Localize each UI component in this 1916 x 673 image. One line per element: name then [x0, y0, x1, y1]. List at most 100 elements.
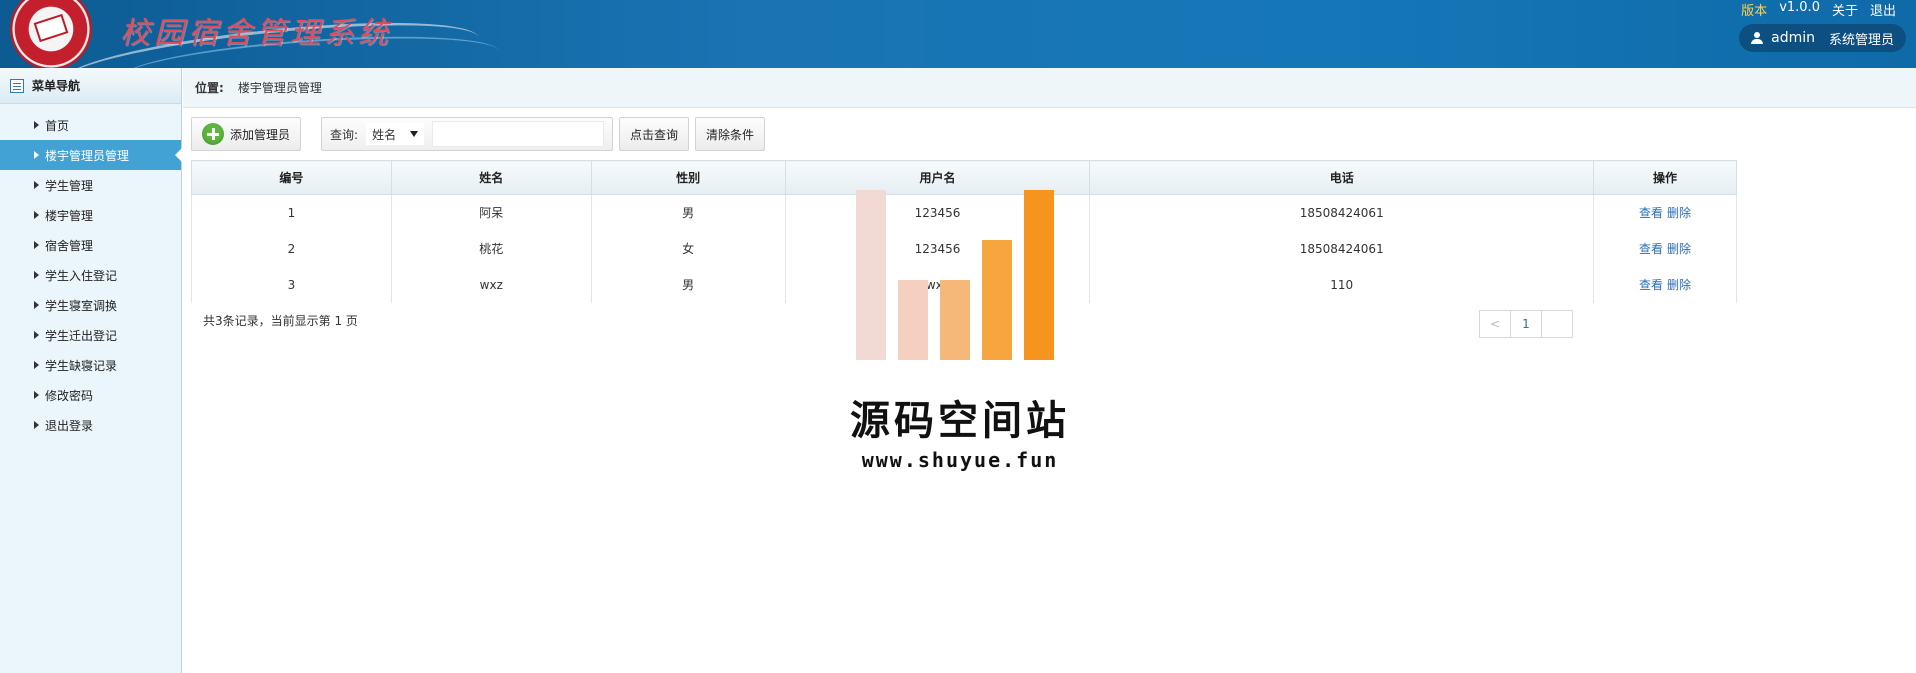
plus-circle-icon [202, 123, 224, 145]
cell-gender: 男 [590, 266, 786, 303]
breadcrumb: 位置: 楼宇管理员管理 [183, 68, 1916, 108]
sidebar-item-label: 学生管理 [45, 178, 94, 193]
sidebar-item-dorms[interactable]: 宿舍管理 [0, 230, 181, 260]
cell-actions: 查看 删除 [1593, 194, 1737, 231]
cell-name: 阿呆 [390, 194, 592, 231]
caret-right-icon [34, 211, 39, 219]
table-row: 2 桃花 女 123456 18508424061 查看 删除 [191, 230, 1737, 267]
delete-link[interactable]: 删除 [1667, 278, 1691, 292]
cell-gender: 男 [590, 194, 786, 231]
add-admin-label: 添加管理员 [230, 127, 291, 142]
view-link[interactable]: 查看 [1639, 206, 1663, 220]
user-role: 系统管理员 [1828, 32, 1894, 48]
sidebar-title-label: 菜单导航 [32, 79, 81, 93]
caret-right-icon [34, 331, 39, 339]
sidebar-item-label: 学生寝室调换 [45, 298, 118, 313]
caret-right-icon [34, 301, 39, 309]
user-icon [1751, 32, 1764, 44]
sidebar-item-building-admin[interactable]: 楼宇管理员管理 [0, 140, 182, 170]
sidebar-item-label: 学生迁出登记 [45, 328, 118, 343]
view-link[interactable]: 查看 [1639, 242, 1663, 256]
menu-list-icon [10, 78, 24, 93]
pagination: < 1 [1479, 310, 1573, 338]
sidebar-menu: 首页 楼宇管理员管理 学生管理 楼宇管理 宿舍管理 学生入住登记 学生寝室调换 … [0, 104, 182, 440]
delete-link[interactable]: 删除 [1667, 242, 1691, 256]
cell-id: 2 [191, 230, 392, 267]
record-summary: 共3条记录，当前显示第 1 页 [203, 314, 358, 328]
search-input[interactable] [432, 121, 605, 147]
logout-link[interactable]: 退出 [1870, 0, 1896, 19]
caret-right-icon [34, 271, 39, 279]
search-field-value: 姓名 [372, 127, 397, 142]
cell-id: 3 [191, 266, 392, 303]
cell-gender: 女 [590, 230, 786, 267]
username: admin [1771, 30, 1815, 46]
sidebar-title: 菜单导航 [0, 68, 181, 104]
sidebar-item-absence[interactable]: 学生缺寝记录 [0, 350, 181, 380]
sidebar-item-label: 学生入住登记 [45, 268, 118, 283]
sidebar-item-label: 退出登录 [45, 418, 94, 433]
sidebar-item-label: 楼宇管理员管理 [45, 148, 130, 163]
table-row: 3 wxz 男 wxz 110 查看 删除 [191, 266, 1737, 303]
sidebar-item-checkout[interactable]: 学生迁出登记 [0, 320, 181, 350]
column-header-username[interactable]: 用户名 [784, 160, 1091, 195]
search-field-select[interactable]: 姓名 [366, 123, 425, 145]
top-links: 版本 v1.0.0 关于 退出 [1741, 0, 1896, 19]
caret-right-icon [34, 361, 39, 369]
version-number: v1.0.0 [1779, 0, 1820, 15]
next-page-button[interactable] [1541, 310, 1573, 338]
prev-page-button[interactable]: < [1479, 310, 1511, 338]
column-header-name[interactable]: 姓名 [390, 160, 592, 195]
sidebar-item-room-swap[interactable]: 学生寝室调换 [0, 290, 181, 320]
clear-filter-button[interactable]: 清除条件 [695, 117, 766, 151]
query-label: 查询: [330, 127, 359, 142]
sidebar-item-change-password[interactable]: 修改密码 [0, 380, 181, 410]
sidebar-item-label: 楼宇管理 [45, 208, 94, 223]
about-link[interactable]: 关于 [1832, 0, 1858, 19]
user-info: admin 系统管理员 [1739, 24, 1906, 52]
cell-id: 1 [191, 194, 392, 231]
sidebar-item-label: 首页 [45, 118, 70, 133]
cell-username: 123456 [784, 194, 1091, 231]
sidebar-item-logout[interactable]: 退出登录 [0, 410, 181, 440]
admin-table: 编号 姓名 性别 用户名 电话 操作 1 阿呆 男 123456 1850842… [191, 160, 1737, 303]
column-header-gender[interactable]: 性别 [590, 160, 786, 195]
sidebar-item-buildings[interactable]: 楼宇管理 [0, 200, 181, 230]
cell-username: wxz [784, 266, 1091, 303]
cell-actions: 查看 删除 [1593, 266, 1737, 303]
sidebar-item-home[interactable]: 首页 [0, 110, 181, 140]
sidebar-item-label: 修改密码 [45, 388, 94, 403]
cell-phone: 18508424061 [1089, 230, 1595, 267]
table-row: 1 阿呆 男 123456 18508424061 查看 删除 [191, 194, 1737, 231]
caret-right-icon [34, 121, 39, 129]
cell-username: 123456 [784, 230, 1091, 267]
search-button[interactable]: 点击查询 [619, 117, 690, 151]
breadcrumb-current: 楼宇管理员管理 [237, 81, 322, 95]
add-admin-button[interactable]: 添加管理员 [191, 117, 302, 151]
column-header-actions: 操作 [1593, 160, 1737, 195]
sidebar-item-label: 宿舍管理 [45, 238, 94, 253]
sidebar-item-label: 学生缺寝记录 [45, 358, 118, 373]
delete-link[interactable]: 删除 [1667, 206, 1691, 220]
toolbar: 添加管理员 查询: 姓名 点击查询 清除条件 [191, 116, 766, 152]
cell-phone: 110 [1089, 266, 1595, 303]
caret-right-icon [34, 241, 39, 249]
caret-right-icon [34, 151, 39, 159]
column-header-id[interactable]: 编号 [191, 160, 392, 195]
school-logo-icon [10, 0, 92, 68]
cell-actions: 查看 删除 [1593, 230, 1737, 267]
cell-phone: 18508424061 [1089, 194, 1595, 231]
sidebar-item-students[interactable]: 学生管理 [0, 170, 181, 200]
version-label: 版本 [1741, 4, 1768, 19]
header-banner: 校园宿舍管理系统 版本 v1.0.0 关于 退出 admin 系统管理员 [0, 0, 1916, 68]
sidebar-item-checkin[interactable]: 学生入住登记 [0, 260, 181, 290]
caret-right-icon [34, 181, 39, 189]
sidebar: 菜单导航 首页 楼宇管理员管理 学生管理 楼宇管理 宿舍管理 学生入住登记 学生… [0, 68, 182, 673]
table-header-row: 编号 姓名 性别 用户名 电话 操作 [191, 160, 1737, 195]
caret-right-icon [34, 421, 39, 429]
column-header-phone[interactable]: 电话 [1089, 160, 1595, 195]
cell-name: wxz [390, 266, 592, 303]
view-link[interactable]: 查看 [1639, 278, 1663, 292]
page-number-button[interactable]: 1 [1510, 310, 1542, 338]
app-title: 校园宿舍管理系统 [120, 16, 392, 51]
